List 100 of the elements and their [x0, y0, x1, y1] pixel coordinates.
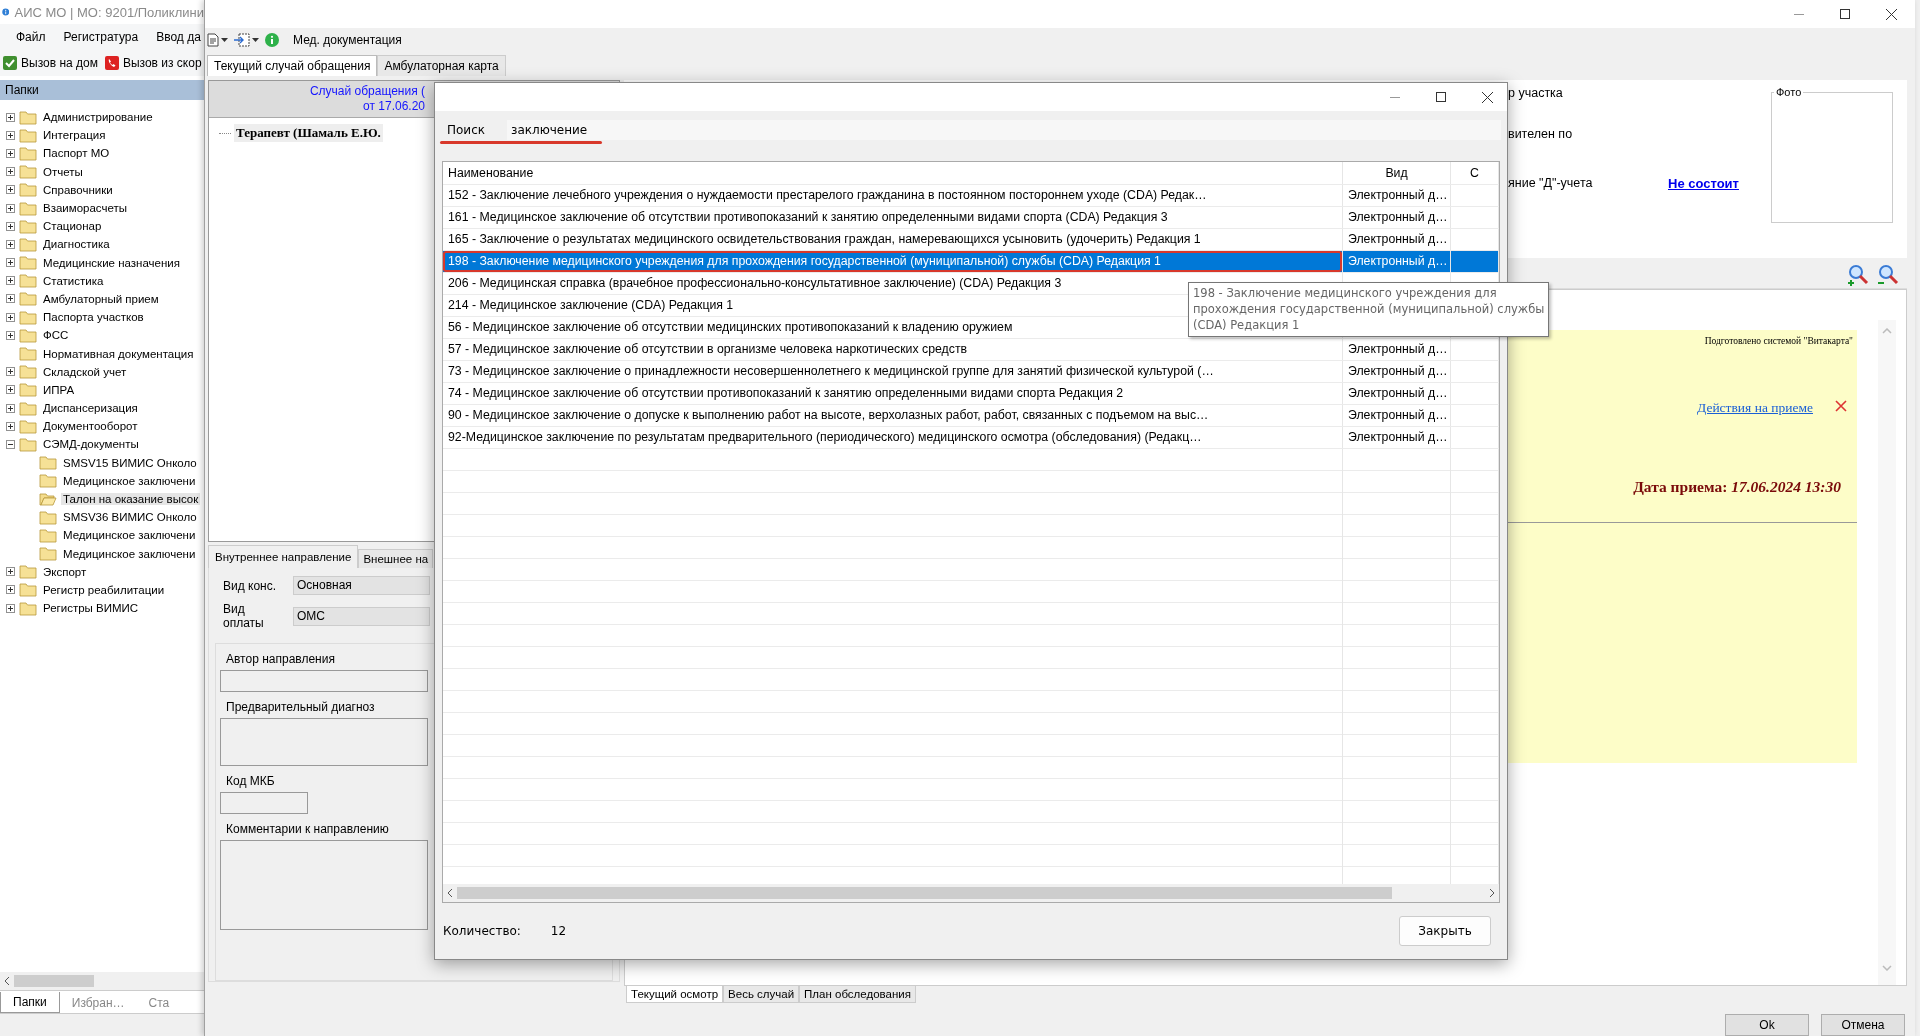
expand-icon[interactable]	[6, 112, 15, 122]
tab[interactable]: План обследования	[799, 986, 916, 1003]
tree-item[interactable]: SMSV15 ВИМИС Онколо	[61, 456, 199, 469]
input-field[interactable]	[220, 792, 308, 814]
expand-icon[interactable]	[6, 367, 15, 377]
status-link[interactable]: Не состоит	[1668, 176, 1739, 191]
expand-icon[interactable]	[6, 421, 15, 431]
dialog-button[interactable]: Отмена	[1821, 1014, 1905, 1036]
caret-icon[interactable]	[221, 38, 228, 42]
tree-item[interactable]: Паспорт МО	[41, 147, 112, 160]
actions-link[interactable]: Действия на приеме	[1697, 400, 1813, 416]
import-icon[interactable]	[234, 33, 250, 47]
tree-item[interactable]: Экспорт	[41, 565, 89, 578]
table-row[interactable]: 152 - Заключение лечебного учреждения о нуждаемости престарелого гражданина в постоянном постороннем уходе (CDA) Редак… Электронный д…	[443, 185, 1499, 207]
panel-tab[interactable]: Папки	[0, 992, 60, 1013]
collapse-icon[interactable]	[6, 439, 15, 449]
tree-item[interactable]: Регистр реабилитации	[41, 583, 167, 596]
expand-icon[interactable]	[6, 403, 15, 413]
toolbar-label[interactable]: Мед. документация	[293, 33, 402, 47]
scroll-right-icon[interactable]	[1489, 889, 1495, 897]
tree-item[interactable]: Паспорта участков	[41, 311, 146, 324]
toolbar-button[interactable]: Вызов на дом	[2, 55, 98, 71]
expand-icon[interactable]	[6, 258, 15, 268]
toolbar-button[interactable]: Вызов из скор	[103, 55, 202, 71]
expand-icon[interactable]	[6, 330, 15, 340]
expand-icon[interactable]	[6, 203, 15, 213]
column-header[interactable]: С	[1451, 162, 1499, 184]
zoom-out-icon[interactable]	[1877, 264, 1899, 286]
close-icon[interactable]	[1886, 8, 1897, 20]
tree-item[interactable]: Медицинское заключени	[61, 547, 198, 560]
expand-icon[interactable]	[6, 312, 15, 322]
table-row[interactable]: 198 - Заключение медицинского учреждения для прохождения государственной (муниципальной) службы (CDA) Редакция 1 Электронный д…	[443, 251, 1499, 273]
column-header[interactable]: Наименование	[443, 162, 1343, 184]
expand-icon[interactable]	[6, 148, 15, 158]
zoom-in-icon[interactable]	[1847, 264, 1869, 286]
expand-icon[interactable]	[6, 294, 15, 304]
horizontal-scrollbar[interactable]	[443, 884, 1499, 902]
tree-item[interactable]: ФСС	[41, 329, 71, 342]
tab[interactable]: Весь случай	[723, 986, 800, 1003]
expand-icon[interactable]	[6, 221, 15, 231]
tree-item[interactable]: Документооборот	[41, 420, 140, 433]
maximize-icon[interactable]	[1840, 9, 1850, 19]
search-field[interactable]: заключение	[507, 120, 1501, 140]
tree-item[interactable]: Администрирование	[41, 111, 155, 124]
dialog-button[interactable]: Ok	[1725, 1014, 1809, 1036]
tree-item[interactable]: Диагностика	[41, 238, 112, 251]
close-button[interactable]: Закрыть	[1399, 916, 1491, 946]
expand-icon[interactable]	[6, 130, 15, 140]
dropdown-field[interactable]: Основная	[293, 576, 430, 595]
tab[interactable]: Амбулаторная карта	[377, 55, 506, 76]
tree-item[interactable]: Отчеты	[41, 165, 85, 178]
tree-item[interactable]: Диспансеризация	[41, 402, 140, 415]
expand-icon[interactable]	[6, 167, 15, 177]
tree-item[interactable]: Стационар	[41, 220, 104, 233]
tab[interactable]: Текущий случай обращения	[207, 55, 378, 76]
tree-item[interactable]: Складской учет	[41, 365, 129, 378]
tab[interactable]: Внутреннее направление	[208, 545, 359, 568]
tree-item[interactable]: Медицинские назначения	[41, 256, 182, 269]
table-row[interactable]: 90 - Медицинское заключение о допуске к выполнению работ на высоте, верхолазных работ, работ, связанных с подъемом на выс… Электронный д…	[443, 405, 1499, 427]
expand-icon[interactable]	[6, 585, 15, 595]
expand-icon[interactable]	[6, 603, 15, 613]
expand-icon[interactable]	[6, 276, 15, 286]
table-row[interactable]: 161 - Медицинское заключение об отсутствии противопоказаний к занятию определенными видами спорта (CDA) Редакция 3 Электронный д…	[443, 207, 1499, 229]
caret-icon[interactable]	[252, 38, 259, 42]
table-row[interactable]: 73 - Медицинское заключение о принадлежности несовершеннолетнего к медицинской группе для занятий физической культурой (… Электронный д…	[443, 361, 1499, 383]
dropdown-field[interactable]: ОМС	[293, 606, 430, 626]
tree-item[interactable]: Интеграция	[41, 129, 108, 142]
horizontal-scrollbar[interactable]	[0, 972, 204, 990]
column-header[interactable]: Вид	[1343, 162, 1451, 184]
menu-item[interactable]: Ввод да	[156, 30, 201, 44]
panel-tab[interactable]: Избран…	[59, 993, 137, 1013]
tree-item[interactable]: Статистика	[41, 274, 106, 287]
expand-icon[interactable]	[6, 185, 15, 195]
tree-item[interactable]: Справочники	[41, 183, 115, 196]
tab[interactable]: Текущий осмотр	[626, 986, 724, 1003]
tree-item[interactable]: Нормативная документация	[41, 347, 196, 360]
tree-item[interactable]: SMSV36 ВИМИС Онколо	[61, 511, 199, 524]
tree-item[interactable]: Медицинское заключени	[61, 474, 198, 487]
document-icon[interactable]	[207, 33, 219, 47]
table-row[interactable]: 74 - Медицинское заключение об отсутствии противопоказаний к занятию определенными видами спорта Редакция 2 Электронный д…	[443, 383, 1499, 405]
scroll-left-icon[interactable]	[4, 977, 10, 985]
scroll-left-icon[interactable]	[447, 889, 453, 897]
expand-icon[interactable]	[6, 239, 15, 249]
expand-icon[interactable]	[6, 567, 15, 577]
tree-item[interactable]: Амбулаторный прием	[41, 292, 161, 305]
maximize-icon[interactable]	[1436, 92, 1446, 102]
tree-item[interactable]: ИПРА	[41, 383, 77, 396]
table-row[interactable]: 57 - Медицинское заключение об отсутствии в организме человека наркотических средств Электронный д…	[443, 339, 1499, 361]
menu-item[interactable]: Регистратура	[63, 30, 139, 44]
tree-item[interactable]: Медицинское заключени	[61, 529, 198, 542]
menu-item[interactable]: Файл	[16, 30, 46, 44]
info-icon[interactable]	[265, 33, 279, 47]
input-field[interactable]	[220, 670, 428, 692]
tree-item[interactable]: Талон на оказание высок	[61, 493, 201, 506]
tree-item[interactable]: Регистры ВИМИС	[41, 602, 141, 615]
input-field[interactable]	[220, 840, 428, 930]
tree-item[interactable]: Терапевт (Шамаль Е.Ю.	[234, 124, 383, 142]
tree-item[interactable]: СЭМД-документы	[41, 438, 141, 451]
panel-tab[interactable]: Ста	[136, 993, 182, 1013]
tab[interactable]: Внешнее на	[358, 549, 434, 568]
